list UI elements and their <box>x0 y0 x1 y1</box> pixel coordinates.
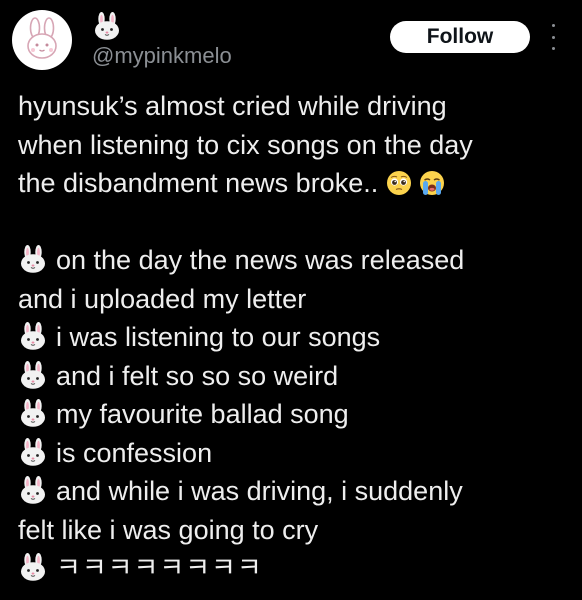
tweet-line-text: i was listening to our songs <box>56 322 381 352</box>
tweet-line: my favourite ballad song <box>18 395 578 434</box>
tweet-line-text: is confession <box>56 437 213 468</box>
tweet-line-text: my favourite ballad song <box>56 399 349 429</box>
tweet-line: and i felt so so so weird <box>18 357 578 396</box>
rabbit-emoji-icon <box>18 361 48 389</box>
tweet-line: the disbandment news broke.. <box>18 164 578 203</box>
tweet-line-text: on the day the news was released <box>56 245 465 275</box>
rabbit-avatar-icon <box>27 17 57 59</box>
loudly-crying-face-emoji-icon <box>420 171 445 195</box>
tweet-line-text: and while i was driving, i suddenly <box>56 476 463 506</box>
avatar[interactable] <box>12 10 72 70</box>
follow-button[interactable]: Follow <box>390 21 530 53</box>
tweet-line: is confession <box>18 434 578 473</box>
tweet-line-text: ㅋㅋㅋㅋㅋㅋㅋㅋ <box>56 553 263 583</box>
tweet-line-text: and i uploaded my letter <box>18 283 307 314</box>
tweet-line: ㅋㅋㅋㅋㅋㅋㅋㅋ <box>18 549 578 588</box>
pleading-face-emoji-icon <box>386 171 411 195</box>
tweet-line-text: when listening to cix songs on the day <box>18 129 473 160</box>
rabbit-emoji-icon <box>18 322 48 350</box>
tweet-text: hyunsuk’s almost cried while driving whe… <box>18 87 578 588</box>
tweet-line-text: the disbandment news broke.. <box>18 168 379 198</box>
rabbit-emoji-icon <box>18 399 48 427</box>
author-name[interactable] <box>92 12 122 40</box>
rabbit-emoji-icon <box>18 438 48 466</box>
tweet-line: on the day the news was released <box>18 241 578 280</box>
tweet-line: felt like i was going to cry <box>18 511 578 550</box>
tweet-line: i was listening to our songs <box>18 318 578 357</box>
rabbit-emoji-icon <box>92 12 122 40</box>
author-handle[interactable]: @mypinkmelo <box>92 43 232 69</box>
tweet-line-text: felt like i was going to cry <box>18 514 319 545</box>
tweet-line: and i uploaded my letter <box>18 280 578 319</box>
tweet-line: hyunsuk’s almost cried while driving <box>18 87 578 126</box>
rabbit-emoji-icon <box>18 553 48 581</box>
tweet-line: and while i was driving, i suddenly <box>18 472 578 511</box>
tweet-line-text: and i felt so so so weird <box>56 360 339 391</box>
rabbit-emoji-icon <box>18 245 48 273</box>
rabbit-emoji-icon <box>18 476 48 504</box>
tweet-line: when listening to cix songs on the day <box>18 126 578 165</box>
more-vertical-icon[interactable] <box>548 24 558 50</box>
tweet-line-text: hyunsuk’s almost cried while driving <box>18 91 447 121</box>
